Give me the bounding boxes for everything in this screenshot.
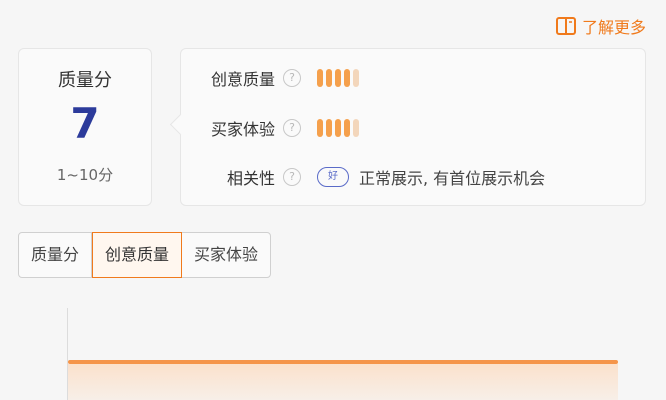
chart-line bbox=[68, 360, 618, 364]
level-bar bbox=[335, 69, 341, 87]
tab-buyer-experience[interactable]: 买家体验 bbox=[182, 233, 270, 277]
score-detail-card: 创意质量 ? 买家体验 ? 相关性 ? 好 正常展示, 有首位展示机会 bbox=[180, 48, 646, 206]
tab-quality-score[interactable]: 质量分 bbox=[19, 233, 93, 277]
level-bars bbox=[317, 119, 359, 137]
help-icon[interactable]: ? bbox=[283, 168, 301, 186]
score-range: 1~10分 bbox=[56, 166, 114, 184]
relevance-note: 正常展示, 有首位展示机会 bbox=[359, 169, 546, 188]
level-bar bbox=[317, 69, 323, 87]
detail-row-creative-quality: 创意质量 ? bbox=[181, 66, 359, 90]
level-bar bbox=[317, 119, 323, 137]
level-bars bbox=[317, 69, 359, 87]
level-bar bbox=[335, 119, 341, 137]
level-bar bbox=[353, 119, 359, 137]
learn-more-label: 了解更多 bbox=[581, 18, 646, 37]
book-icon bbox=[555, 17, 576, 35]
level-bar bbox=[353, 69, 359, 87]
relevance-badge: 好 bbox=[317, 167, 349, 187]
metric-tabs: 质量分 创意质量 买家体验 bbox=[18, 232, 272, 278]
detail-label: 相关性 bbox=[226, 169, 275, 188]
detail-label: 买家体验 bbox=[210, 120, 275, 139]
quality-score-card: 质量分 7 1~10分 bbox=[18, 48, 152, 206]
detail-row-buyer-experience: 买家体验 ? bbox=[181, 116, 359, 140]
trend-chart bbox=[0, 300, 666, 400]
help-icon[interactable]: ? bbox=[283, 119, 301, 137]
level-bar bbox=[326, 119, 332, 137]
learn-more-link[interactable]: 了解更多 bbox=[555, 14, 646, 38]
detail-label: 创意质量 bbox=[210, 70, 275, 89]
level-bar bbox=[344, 69, 350, 87]
score-value: 7 bbox=[70, 99, 100, 148]
tab-creative-quality[interactable]: 创意质量 bbox=[92, 232, 183, 278]
level-bar bbox=[344, 119, 350, 137]
help-icon[interactable]: ? bbox=[283, 69, 301, 87]
chart-area-fill bbox=[68, 364, 618, 400]
detail-row-relevance: 相关性 ? 好 正常展示, 有首位展示机会 bbox=[181, 165, 545, 189]
level-bar bbox=[326, 69, 332, 87]
score-title: 质量分 bbox=[58, 70, 112, 91]
